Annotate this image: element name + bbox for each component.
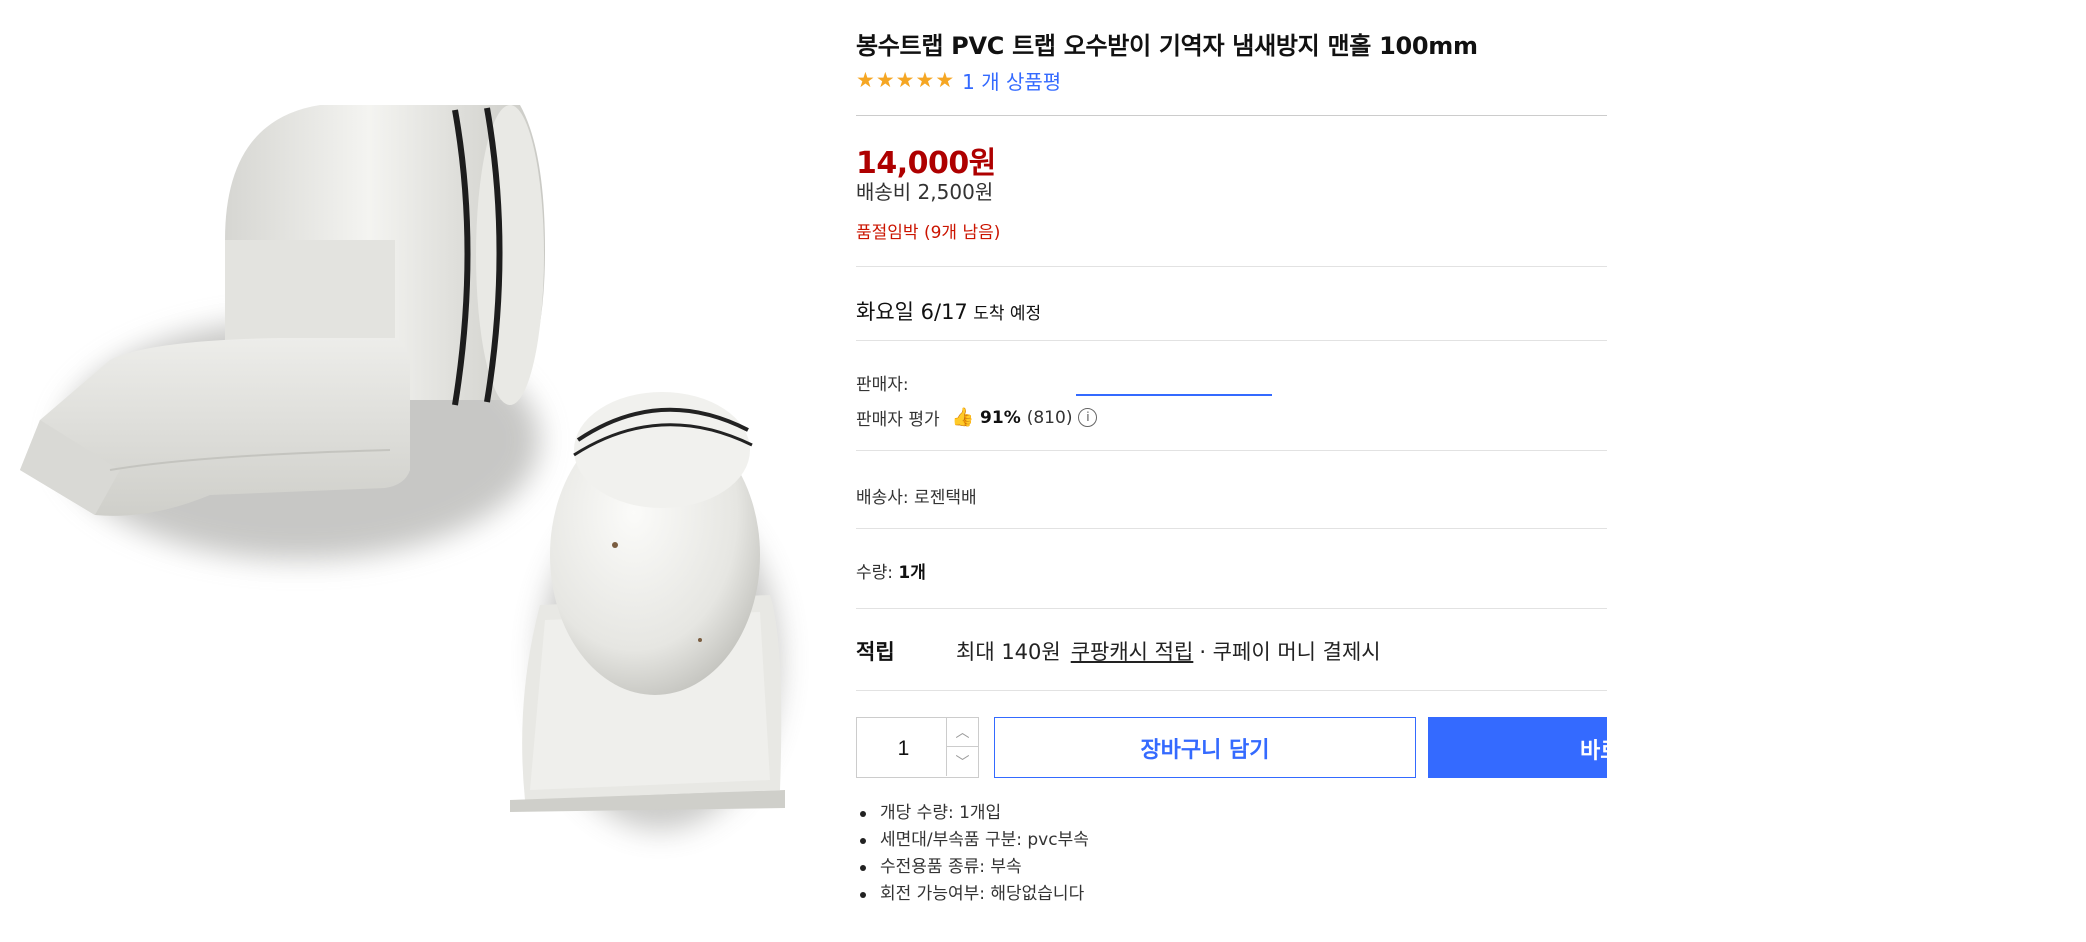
star-icon: ★ (935, 68, 955, 92)
cash-reward-suffix: · 쿠페이 머니 결제시 (1199, 640, 1381, 664)
courier: 배송사: 로젠택배 (856, 488, 977, 508)
divider (856, 690, 1607, 691)
cash-reward-row: 적립 최대 140원 쿠팡캐시 적립 · 쿠페이 머니 결제시 (856, 636, 1381, 666)
cash-reward-title: 적립 (856, 640, 895, 664)
thumbs-up-icon: 👍 (951, 407, 975, 428)
star-icon: ★ (856, 68, 875, 92)
product-image (0, 0, 820, 942)
product-specs: 개당 수량: 1개입 세면대/부속품 구분: pvc부속 수전용품 종류: 부속… (856, 800, 1089, 908)
info-icon[interactable]: i (1078, 408, 1098, 427)
seller-rating: 판매자 평가 👍 91% (810) i (856, 405, 1098, 430)
review-count-link[interactable]: 1 개 상품평 (962, 66, 1061, 95)
divider (856, 266, 1607, 267)
add-to-cart-button[interactable]: 장바구니 담기 (994, 717, 1416, 778)
shipping-fee: 배송비 2,500원 (856, 180, 994, 204)
arrival-suffix: 도착 예정 (967, 304, 1042, 324)
list-item: 회전 가능여부: 해당없습니다 (856, 881, 1089, 908)
buy-now-label: 바로구매 (1580, 739, 1607, 764)
coupang-cash-link[interactable]: 쿠팡캐시 적립 (1071, 636, 1194, 666)
quantity-stepper: ︿ ﹀ (856, 717, 979, 779)
stock-warning: 품절임박 (9개 남음) (856, 223, 1001, 243)
quantity-input[interactable] (857, 718, 950, 779)
list-item: 수전용품 종류: 부속 (856, 854, 1089, 881)
rating-row: ★ ★ ★ ★ ★ 1 개 상품평 (856, 66, 1061, 95)
product-info-panel: 봉수트랩 PVC 트랩 오수받이 기역자 냄새방지 맨홀 100mm ★ ★ ★… (856, 0, 1607, 942)
star-icon: ★ (895, 68, 915, 92)
seller-label: 판매자: (856, 375, 909, 395)
list-item: 세면대/부속품 구분: pvc부속 (856, 827, 1089, 854)
cash-reward-prefix: 최대 140원 (956, 640, 1061, 664)
star-icon: ★ (915, 68, 935, 92)
quantity-value: 1개 (898, 563, 926, 583)
divider (856, 115, 1607, 116)
quantity-info: 수량: 1개 (856, 558, 926, 583)
seller-rating-label: 판매자 평가 (856, 410, 940, 430)
chevron-down-icon[interactable]: ﹀ (946, 747, 978, 776)
rating-stars: ★ ★ ★ ★ ★ (856, 70, 954, 91)
product-title: 봉수트랩 PVC 트랩 오수받이 기역자 냄새방지 맨홀 100mm (856, 32, 1478, 60)
arrival-day: 화요일 6/17 (856, 300, 968, 324)
seller-rating-percent: 91% (980, 407, 1021, 428)
list-item: 개당 수량: 1개입 (856, 800, 1089, 827)
quantity-label: 수량: (856, 563, 899, 583)
divider (856, 450, 1607, 451)
seller-name-link[interactable] (1076, 394, 1272, 396)
arrival-estimate: 화요일 6/17 도착 예정 (856, 296, 1041, 326)
divider (856, 340, 1607, 341)
chevron-up-icon[interactable]: ︿ (946, 718, 978, 747)
divider (856, 608, 1607, 609)
seller-rating-count: (810) (1026, 407, 1073, 428)
buy-now-button[interactable]: 바로구매 (1428, 717, 1607, 778)
star-icon: ★ (875, 68, 895, 92)
divider (856, 528, 1607, 529)
